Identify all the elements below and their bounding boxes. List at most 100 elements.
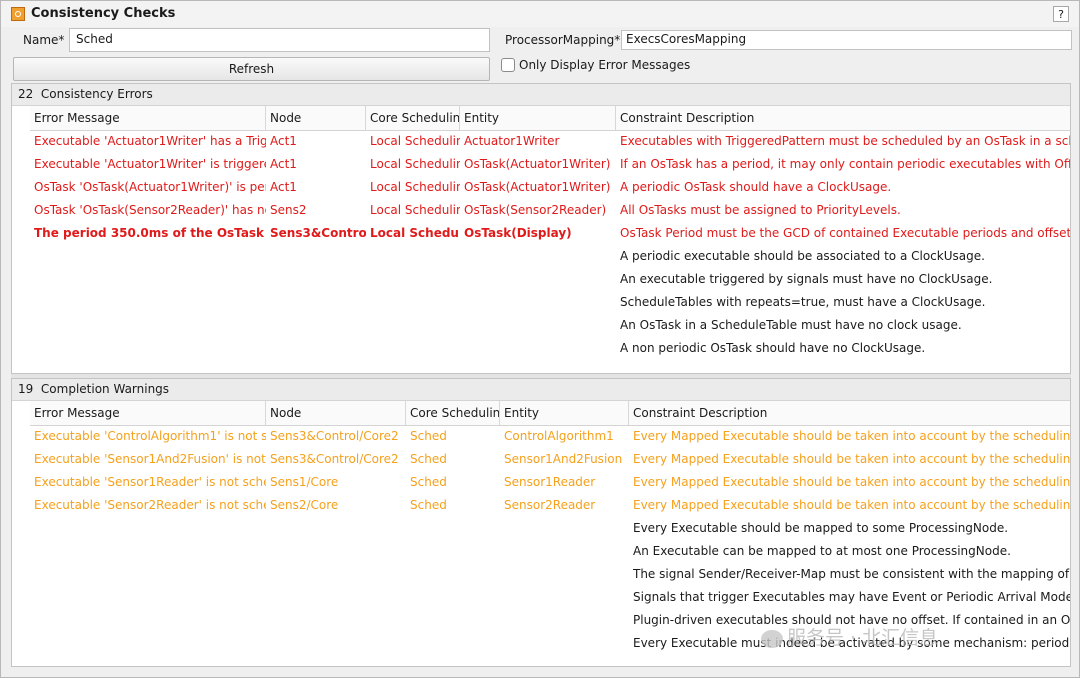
cell-desc: Every Mapped Executable should be taken … (633, 452, 1071, 466)
cell-core (406, 563, 500, 586)
warnings-count: 19 (18, 382, 34, 396)
cell-entity: Sensor1And2Fusion (504, 452, 623, 466)
cell-node: Act1 (270, 134, 297, 148)
cell-entity: Sensor2Reader (504, 498, 596, 512)
cell-node (266, 517, 406, 540)
cell-node: Sens2/Core (270, 498, 339, 512)
table-row[interactable]: Executable 'Sensor1And2Fusion' is not sc… (30, 448, 1070, 471)
cell-message: OsTask 'OsTask(Sensor2Reader)' has no Pr… (34, 203, 266, 217)
cell-message (30, 268, 266, 291)
table-row[interactable]: Every Executable should be mapped to som… (30, 517, 1070, 540)
errors-col-message[interactable]: Error Message (30, 106, 266, 130)
help-button[interactable]: ? (1053, 6, 1069, 22)
cell-core (366, 337, 460, 360)
table-row[interactable]: Executable 'Actuator1Writer' is triggere… (30, 153, 1070, 176)
cell-entity: OsTask(Actuator1Writer) (464, 157, 611, 171)
cell-message (30, 245, 266, 268)
warnings-col-message[interactable]: Error Message (30, 401, 266, 425)
cell-node: Act1 (270, 157, 297, 171)
cell-desc: All OsTasks must be assigned to Priority… (620, 203, 901, 217)
cell-node (266, 609, 406, 632)
table-row[interactable]: The signal Sender/Receiver-Map must be c… (30, 563, 1070, 586)
only-errors-checkbox[interactable] (501, 58, 515, 72)
errors-col-node[interactable]: Node (266, 106, 366, 130)
table-row[interactable]: OsTask 'OsTask(Actuator1Writer)' is peri… (30, 176, 1070, 199)
refresh-button[interactable]: Refresh (13, 57, 490, 81)
table-row[interactable]: Executable 'ControlAlgorithm1' is not sc… (30, 425, 1070, 448)
table-row[interactable]: An executable triggered by signals must … (30, 268, 1070, 291)
cell-desc: If an OsTask has a period, it may only c… (620, 157, 1071, 171)
cell-desc: OsTask Period must be the GCD of contain… (620, 226, 1071, 240)
cell-entity (460, 291, 616, 314)
warnings-col-core[interactable]: Core Scheduling (406, 401, 500, 425)
cell-desc: A periodic OsTask should have a ClockUsa… (620, 180, 892, 194)
table-row[interactable]: Executable 'Sensor2Reader' is not schedu… (30, 494, 1070, 517)
table-row[interactable]: A periodic executable should be associat… (30, 245, 1070, 268)
cell-message: OsTask 'OsTask(Actuator1Writer)' is peri… (34, 180, 266, 194)
cell-node: Sens3&Control/Core2 (270, 452, 399, 466)
name-label: Name* (23, 33, 65, 47)
warnings-title: Completion Warnings (40, 382, 170, 396)
table-row[interactable]: An OsTask in a ScheduleTable must have n… (30, 314, 1070, 337)
cell-message (30, 314, 266, 337)
cell-message: Executable 'Sensor2Reader' is not schedu… (34, 498, 266, 512)
cell-core (366, 314, 460, 337)
cell-node (266, 337, 366, 360)
table-row[interactable]: Executable 'Sensor1Reader' is not schedu… (30, 471, 1070, 494)
cell-node (266, 540, 406, 563)
warnings-col-description[interactable]: Constraint Description (629, 401, 1070, 425)
cell-node: Sens3&Control (270, 226, 366, 240)
errors-col-entity[interactable]: Entity (460, 106, 616, 130)
table-row[interactable]: Signals that trigger Executables may hav… (30, 586, 1070, 609)
cell-node (266, 632, 406, 655)
warnings-column-headers: Error Message Node Core Scheduling Entit… (30, 401, 1070, 426)
cell-entity (500, 609, 629, 632)
cell-message: Executable 'Actuator1Writer' is triggere… (34, 157, 266, 171)
cell-desc: The signal Sender/Receiver-Map must be c… (633, 567, 1071, 581)
processor-mapping-field[interactable]: ExecsCoresMapping (621, 30, 1072, 50)
errors-count: 22 (18, 87, 34, 101)
watermark: 服务号 · 北汇信息 (761, 623, 938, 650)
errors-title: Consistency Errors (40, 87, 153, 101)
table-row[interactable]: A non periodic OsTask should have no Clo… (30, 337, 1070, 360)
cell-entity (460, 337, 616, 360)
warnings-col-entity[interactable]: Entity (500, 401, 629, 425)
cell-core (406, 609, 500, 632)
name-field[interactable]: Sched (69, 28, 490, 52)
cell-desc: Executables with TriggeredPattern must b… (620, 134, 1071, 148)
consistency-errors-header: 22 Consistency Errors (12, 84, 1070, 106)
warnings-col-node[interactable]: Node (266, 401, 406, 425)
cell-message (30, 632, 266, 655)
cell-desc: Every Mapped Executable should be taken … (633, 498, 1071, 512)
table-row[interactable]: ScheduleTables with repeats=true, must h… (30, 291, 1070, 314)
watermark-text: 服务号 · 北汇信息 (787, 627, 939, 649)
cell-entity (500, 632, 629, 655)
cell-core: Sched (410, 429, 447, 443)
cell-core: Sched (410, 475, 447, 489)
errors-col-description[interactable]: Constraint Description (616, 106, 1070, 130)
cell-message (30, 586, 266, 609)
cell-core: Local Scheduling (370, 134, 460, 148)
table-row[interactable]: Executable 'Actuator1Writer' has a Trigg… (30, 130, 1070, 153)
cell-core (406, 586, 500, 609)
table-row[interactable]: An Executable can be mapped to at most o… (30, 540, 1070, 563)
cell-node (266, 314, 366, 337)
cell-entity: OsTask(Display) (464, 226, 572, 240)
cell-desc: A periodic executable should be associat… (620, 249, 985, 263)
cell-message (30, 563, 266, 586)
cell-message (30, 337, 266, 360)
cell-desc: ScheduleTables with repeats=true, must h… (620, 295, 986, 309)
cell-message (30, 291, 266, 314)
app-icon (11, 7, 25, 21)
table-row[interactable]: The period 350.0ms of the OsTask 'Sens3&… (30, 222, 1070, 245)
cell-node (266, 291, 366, 314)
errors-col-core[interactable]: Core Scheduling (366, 106, 460, 130)
cell-entity (500, 586, 629, 609)
cell-message: Executable 'Actuator1Writer' has a Trigg… (34, 134, 266, 148)
wechat-icon (761, 629, 783, 648)
consistency-errors-panel: 22 Consistency Errors Error Message Node… (11, 83, 1071, 374)
cell-core: Local Scheduling (370, 203, 460, 217)
cell-core: Local Scheduling (370, 226, 460, 240)
table-row[interactable]: OsTask 'OsTask(Sensor2Reader)' has no Pr… (30, 199, 1070, 222)
cell-entity (460, 314, 616, 337)
